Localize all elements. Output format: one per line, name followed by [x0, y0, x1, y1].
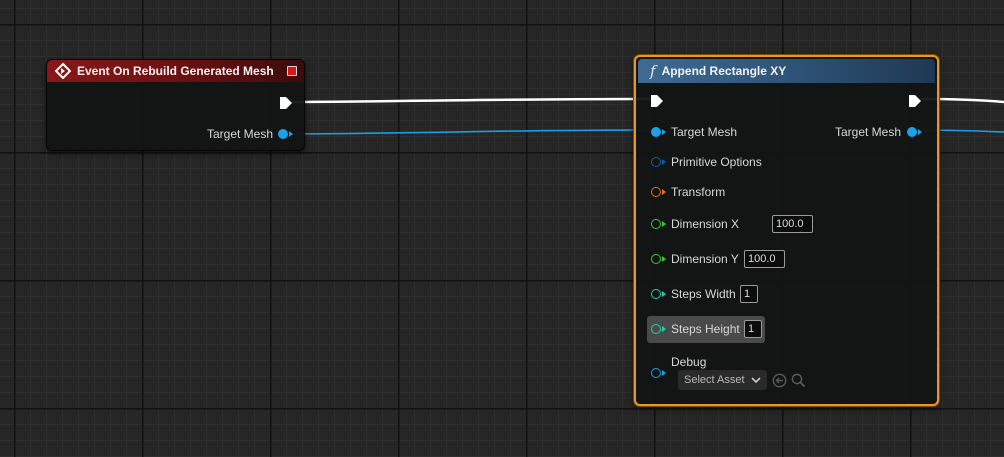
select-asset-label: Select Asset	[684, 374, 745, 386]
dimension-y-pin[interactable]	[651, 254, 661, 264]
select-asset-dropdown[interactable]: Select Asset	[678, 370, 767, 390]
dimension-x-pin[interactable]	[651, 219, 661, 229]
dimension-y-arrow	[662, 256, 666, 262]
event-target-mesh-label: Target Mesh	[206, 127, 273, 141]
chevron-down-icon	[751, 377, 761, 384]
target-mesh-in-label: Target Mesh	[671, 125, 738, 139]
dimension-x-input[interactable]: 100.0	[772, 215, 813, 233]
append-rectangle-node[interactable]: f Append Rectangle XY Target Mesh Target…	[634, 55, 939, 406]
event-icon	[54, 62, 72, 80]
exec-in-pin[interactable]	[650, 94, 664, 108]
target-mesh-in-arrow	[662, 129, 666, 135]
event-target-mesh-arrow	[289, 131, 293, 137]
exec-out-pin-2[interactable]	[908, 94, 922, 108]
event-node-header[interactable]: Event On Rebuild Generated Mesh	[47, 60, 304, 82]
steps-height-label: Steps Height	[671, 322, 740, 336]
use-selected-asset-icon[interactable]	[772, 373, 787, 388]
target-mesh-in-pin[interactable]	[651, 127, 661, 137]
event-node-title: Event On Rebuild Generated Mesh	[77, 64, 274, 78]
breakpoint-icon[interactable]	[287, 66, 297, 76]
target-mesh-wire	[287, 129, 655, 135]
browse-asset-search-icon[interactable]	[791, 373, 806, 388]
debug-arrow	[662, 370, 666, 376]
primitive-options-pin[interactable]	[651, 157, 661, 167]
function-node-header[interactable]: f Append Rectangle XY	[638, 59, 935, 83]
event-node[interactable]: Event On Rebuild Generated Mesh Target M…	[46, 59, 305, 151]
steps-height-arrow	[662, 326, 666, 332]
function-node-title: Append Rectangle XY	[661, 64, 787, 78]
transform-arrow	[662, 189, 666, 195]
dimension-x-arrow	[662, 221, 666, 227]
transform-label: Transform	[671, 185, 726, 199]
steps-width-label: Steps Width	[671, 287, 736, 301]
steps-height-pin[interactable]	[651, 324, 661, 334]
primitive-options-arrow	[662, 159, 666, 165]
target-mesh-out-pin[interactable]	[907, 127, 917, 137]
exec-out-pin[interactable]	[279, 96, 293, 110]
event-target-mesh-pin[interactable]	[278, 129, 288, 139]
function-icon: f	[650, 62, 656, 80]
debug-pin[interactable]	[651, 368, 661, 378]
steps-height-input[interactable]: 1	[744, 320, 762, 338]
target-mesh-out-label: Target Mesh	[834, 125, 901, 139]
dimension-x-label: Dimension X	[671, 217, 740, 231]
primitive-options-label: Primitive Options	[671, 155, 762, 169]
steps-width-pin[interactable]	[651, 289, 661, 299]
target-mesh-out-arrow	[918, 129, 922, 135]
dimension-y-label: Dimension Y	[671, 252, 739, 266]
dimension-y-input[interactable]: 100.0	[744, 250, 785, 268]
steps-width-input[interactable]: 1	[740, 285, 758, 303]
exec-wire	[291, 97, 651, 104]
debug-label: Debug	[671, 355, 707, 369]
steps-width-arrow	[662, 291, 666, 297]
transform-pin[interactable]	[651, 187, 661, 197]
